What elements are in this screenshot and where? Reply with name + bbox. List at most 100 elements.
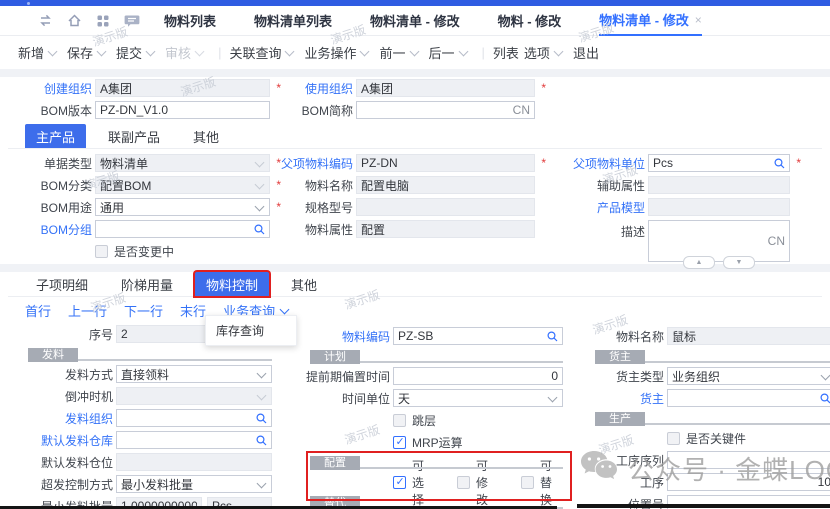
material-attr-row: 物料属性 配置: [281, 220, 535, 238]
tab-material-control[interactable]: 物料控制: [195, 272, 269, 296]
tab-bom-edit-active[interactable]: 物料清单 - 修改 ×: [599, 6, 702, 36]
related-query-button[interactable]: 关联查询: [229, 41, 299, 64]
parent-unit-label[interactable]: 父项物料单位: [560, 155, 645, 172]
bom-version-input[interactable]: PZ-DN_V1.0: [95, 101, 270, 119]
create-org-field[interactable]: A集团: [95, 79, 270, 97]
detail-tabs: 子项明细 阶梯用量 物料控制 其他: [25, 272, 328, 296]
chevron-down-icon[interactable]: [146, 46, 156, 56]
owner-type-select[interactable]: 业务组织: [667, 367, 830, 385]
owner-label[interactable]: 货主: [570, 390, 664, 407]
submit-button[interactable]: 提交: [116, 41, 160, 64]
chevron-down-icon: [257, 390, 267, 400]
replaceable-checkbox[interactable]: [521, 476, 534, 489]
tab-bom-list[interactable]: 物料清单列表: [254, 6, 332, 36]
is-changing-checkbox[interactable]: [95, 245, 108, 258]
previous-button[interactable]: 前一: [379, 41, 423, 64]
tab-detail-other[interactable]: 其他: [280, 272, 328, 296]
home-icon[interactable]: [67, 13, 82, 28]
product-model-field[interactable]: [648, 198, 790, 216]
product-model-label[interactable]: 产品模型: [560, 199, 645, 216]
message-icon[interactable]: [124, 13, 140, 28]
list-button[interactable]: 列表: [493, 41, 519, 64]
bom-alias-input[interactable]: CN: [356, 101, 535, 119]
operation-input[interactable]: 10: [667, 473, 830, 491]
last-row-link[interactable]: 末行: [180, 301, 206, 320]
next-button[interactable]: 后一: [429, 41, 473, 64]
options-button[interactable]: 选项: [524, 41, 568, 64]
parent-code-field[interactable]: PZ-DN: [356, 154, 535, 172]
collapse-up-button[interactable]: ▲: [683, 256, 715, 269]
apps-grid-icon[interactable]: [96, 14, 110, 28]
material-code-lookup[interactable]: PZ-SB: [393, 327, 563, 345]
over-issue-control-row: 超发控制方式 最小发料批量: [8, 475, 272, 493]
mrp-checkbox[interactable]: [393, 436, 406, 449]
tab-bom-edit-1[interactable]: 物料清单 - 修改: [370, 6, 460, 36]
chevron-down-icon[interactable]: [257, 478, 267, 488]
tab-step-usage[interactable]: 阶梯用量: [110, 272, 184, 296]
save-button[interactable]: 保存: [67, 41, 111, 64]
chevron-down-icon[interactable]: [553, 46, 563, 56]
chevron-down-icon[interactable]: [48, 46, 58, 56]
chevron-down-icon[interactable]: [458, 46, 468, 56]
issue-org-label[interactable]: 发料组织: [8, 410, 113, 427]
bom-category-row: BOM分类 配置BOM *: [8, 176, 270, 194]
chevron-down-icon[interactable]: [409, 46, 419, 56]
search-icon[interactable]: [547, 331, 558, 342]
chevron-down-icon[interactable]: [821, 370, 830, 380]
menu-item-inventory-query[interactable]: 库存查询: [206, 319, 296, 342]
chevron-down-icon[interactable]: [548, 392, 558, 402]
material-code-label[interactable]: 物料编码: [290, 328, 390, 345]
chevron-down-icon[interactable]: [285, 46, 295, 56]
lead-offset-input[interactable]: 0: [393, 367, 563, 385]
over-issue-control-select[interactable]: 最小发料批量: [116, 475, 272, 493]
first-row-link[interactable]: 首行: [25, 301, 51, 320]
close-tab-icon[interactable]: ×: [695, 13, 702, 27]
collapse-down-button[interactable]: ▼: [723, 256, 755, 269]
doc-type-select[interactable]: 物料清单: [95, 154, 270, 172]
op-sequence-input[interactable]: [667, 451, 830, 469]
bom-usage-select[interactable]: 通用: [95, 198, 270, 216]
workspace-switch-icon[interactable]: [38, 13, 53, 28]
time-unit-select[interactable]: 天: [393, 389, 563, 407]
tab-product-other[interactable]: 其他: [182, 124, 230, 148]
next-row-link[interactable]: 下一行: [124, 301, 163, 320]
use-org-field[interactable]: A集团: [356, 79, 535, 97]
tab-material-edit[interactable]: 物料 - 修改: [498, 6, 562, 36]
search-icon[interactable]: [256, 413, 267, 424]
chevron-down-icon[interactable]: [257, 368, 267, 378]
tab-child-items[interactable]: 子项明细: [25, 272, 99, 296]
chevron-down-icon[interactable]: [360, 46, 370, 56]
default-warehouse-label[interactable]: 默认发料仓库: [8, 432, 113, 449]
tab-co-byproduct[interactable]: 联副产品: [97, 124, 171, 148]
bom-usage-label: BOM用途: [8, 199, 92, 216]
bom-category-select[interactable]: 配置BOM: [95, 176, 270, 194]
prev-row-link[interactable]: 上一行: [68, 301, 107, 320]
parent-code-label[interactable]: 父项物料编码: [281, 155, 353, 172]
issue-mode-select[interactable]: 直接领料: [116, 365, 272, 383]
search-icon[interactable]: [256, 435, 267, 446]
parent-code-row: 父项物料编码 PZ-DN *: [281, 154, 535, 172]
exit-button[interactable]: 退出: [573, 41, 599, 64]
skip-level-checkbox[interactable]: [393, 414, 406, 427]
owner-lookup[interactable]: [667, 389, 830, 407]
parent-unit-lookup[interactable]: Pcs: [648, 154, 790, 172]
use-org-label[interactable]: 使用组织: [281, 80, 353, 97]
modifiable-checkbox[interactable]: [457, 476, 470, 489]
search-icon[interactable]: [774, 158, 785, 169]
default-warehouse-lookup[interactable]: [116, 431, 272, 449]
tab-main-product[interactable]: 主产品: [25, 124, 86, 148]
search-icon[interactable]: [254, 224, 265, 235]
add-button[interactable]: 新增: [18, 41, 62, 64]
bom-group-lookup[interactable]: [95, 220, 270, 238]
create-org-label[interactable]: 创建组织: [8, 80, 92, 97]
chevron-down-icon[interactable]: [255, 201, 265, 211]
search-icon[interactable]: [820, 393, 830, 404]
chevron-down-icon[interactable]: [97, 46, 107, 56]
selectable-checkbox[interactable]: [393, 476, 406, 489]
business-ops-button[interactable]: 业务操作: [304, 41, 374, 64]
key-part-checkbox[interactable]: [667, 432, 680, 445]
open-window-tabs: 物料列表 物料清单列表 物料清单 - 修改 物料 - 修改 物料清单 - 修改 …: [164, 6, 702, 36]
tab-material-list[interactable]: 物料列表: [164, 6, 216, 36]
issue-org-lookup[interactable]: [116, 409, 272, 427]
bom-group-label[interactable]: BOM分组: [8, 221, 92, 238]
